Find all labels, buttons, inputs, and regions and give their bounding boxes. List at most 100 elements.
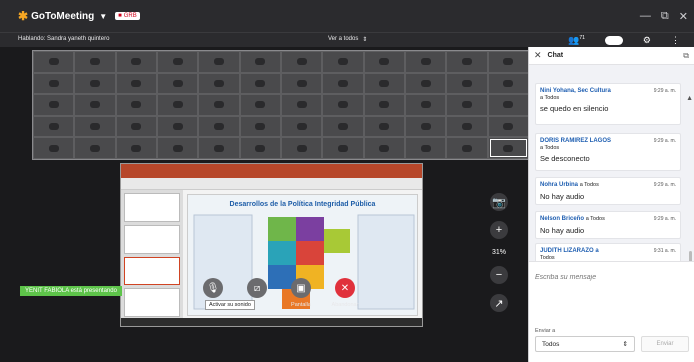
cell-marker [337,101,348,109]
spreadsheet-cell [363,72,405,95]
presentation-stage: Desarrollos de la Política Integridad Pú… [0,47,528,362]
camera-button[interactable]: ⧄ [247,278,267,298]
cell-marker [379,79,390,87]
spreadsheet-cell [74,72,116,95]
spreadsheet-cell [156,115,199,138]
app-logo[interactable]: ✱ GoToMeeting ▼ [18,9,107,23]
mic-button[interactable]: 🎙 [203,278,223,298]
spreadsheet-cell [280,137,323,159]
spreadsheet-cell [198,72,240,95]
spreadsheet-cell [404,94,447,116]
puzzle-piece-red [296,241,324,265]
leave-label: Abandonar [331,302,359,308]
shared-spreadsheet [32,50,528,160]
unmute-tooltip: Activar su sonido [205,300,255,310]
message-time: 9:29 a. m. [653,138,676,144]
spreadsheet-cell [280,94,323,116]
cell-marker [213,123,224,131]
cell-marker [296,123,307,131]
chat-messages[interactable]: Nini Yohana, Sec Cultura a Todos 9:29 a.… [529,65,694,261]
cell-marker [48,123,59,131]
spreadsheet-cell [239,94,281,116]
spreadsheet-cell [322,115,364,138]
camera-tool[interactable]: ⧄ [240,278,274,298]
zoom-in-button[interactable]: + [490,221,508,239]
chat-message: Nohra Urbina a Todos 9:29 a. m. No hay a… [535,177,681,205]
close-window-button[interactable]: ✕ [679,10,688,23]
presenter-banner: YENIT FABIOLA está presentando [20,286,122,296]
screen-tool[interactable]: ▣ Pantalla [284,278,318,308]
cell-marker [172,79,183,87]
close-chat-icon[interactable]: ✕ [534,50,542,61]
chevron-down-icon: ▼ [99,11,108,21]
ppt-ribbon [121,178,422,190]
screen-share-button[interactable]: ▣ [291,278,311,298]
spreadsheet-cell [74,115,116,138]
cell-marker [89,79,100,87]
cell-marker [503,58,514,66]
settings-gear-icon[interactable]: ⚙ [643,35,651,46]
spreadsheet-cell [280,115,323,138]
spreadsheet-cell [487,72,528,95]
view-selector[interactable]: Ver a todos ⇕ [328,36,367,43]
windows-taskbar [121,318,422,326]
attendees-button[interactable]: 👥71 [568,35,585,46]
new-window-icon[interactable]: ⧉ [683,51,689,61]
cell-marker [420,79,431,87]
message-sender-name: Nelson Briceño [540,216,585,222]
leave-button[interactable]: ✕ [335,278,355,298]
zoom-level: 31% [491,249,506,256]
chat-message: Nini Yohana, Sec Cultura a Todos 9:29 a.… [535,83,681,125]
spreadsheet-cell [487,94,528,116]
spreadsheet-cell [74,94,116,116]
spreadsheet-cell [404,72,447,95]
screenshot-button[interactable]: 📷 [490,193,508,211]
scrollbar-thumb[interactable] [689,251,692,261]
ppt-title-bar [121,164,422,178]
more-options-icon[interactable]: ⋮ [671,35,680,46]
spreadsheet-cell [404,115,447,138]
message-text: No hay audio [540,192,585,201]
cell-marker [172,123,183,131]
zoom-out-button[interactable]: − [490,266,508,284]
window-controls: — ⧉ ✕ [640,0,688,32]
right-panel [357,214,415,310]
spreadsheet-cell [363,115,405,138]
screen-share-icon: ▣ [296,282,306,294]
cell-marker [379,58,390,66]
attendees-count: 71 [579,35,585,41]
cell-marker [296,144,307,152]
send-button[interactable]: Enviar [641,336,689,352]
spreadsheet-cell [156,72,199,95]
send-to-select[interactable]: Todos ⇕ [535,336,635,352]
minimize-button[interactable]: — [640,10,651,22]
meeting-badge-label: GRB [123,13,137,19]
restore-button[interactable]: ⧉ [661,10,669,23]
spreadsheet-cell [487,137,528,159]
spreadsheet-cell [446,137,488,159]
spreadsheet-cell [239,51,281,73]
cell-marker [131,123,142,131]
camera-icon: 📷 [492,196,506,209]
send-to-value: Todos [542,340,560,348]
leave-tool[interactable]: ✕ Abandonar [328,278,362,308]
cell-marker [461,58,472,66]
popout-button[interactable]: ↗ [490,294,508,312]
spreadsheet-cell [115,51,157,73]
spreadsheet-cell [74,51,116,73]
status-bar: Hablando: Sandra yaneth quintero Ver a t… [0,32,694,47]
spreadsheet-cell [33,137,75,159]
cell-marker [379,123,390,131]
cell-marker [89,123,100,131]
scroll-up-icon[interactable]: ▲ [686,95,693,102]
meeting-badge[interactable]: ■ GRB [115,12,140,20]
spreadsheet-grid [33,51,528,159]
cell-marker [420,101,431,109]
puzzle-piece-lime [324,229,350,253]
cell-marker [420,123,431,131]
chat-toggle-button[interactable] [604,36,623,45]
message-input[interactable] [535,274,689,281]
cell-marker [503,144,514,152]
cell-marker [337,58,348,66]
spreadsheet-cell [33,51,75,73]
